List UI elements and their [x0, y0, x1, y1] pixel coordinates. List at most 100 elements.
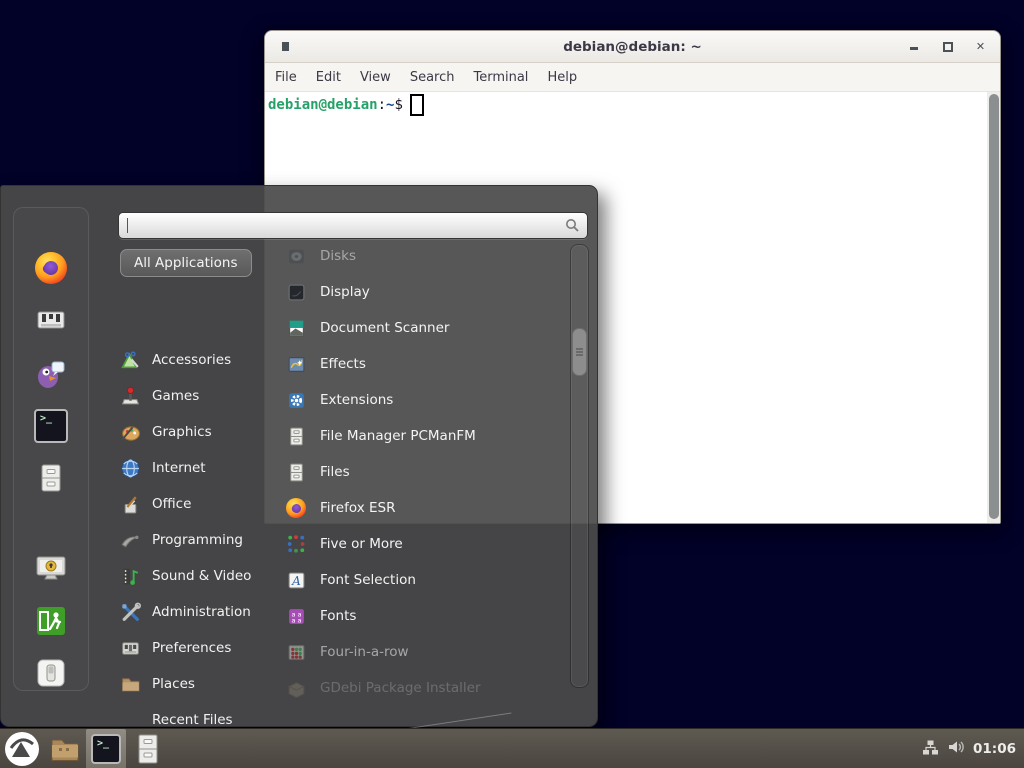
app-display[interactable]: Display: [286, 274, 568, 310]
internet-globe-icon: [120, 458, 141, 479]
taskbar-terminal-button[interactable]: [86, 729, 126, 768]
preferences-icon: [120, 638, 141, 659]
programming-icon: [120, 530, 141, 551]
close-button[interactable]: ✕: [975, 41, 986, 52]
accessories-icon: [120, 350, 141, 371]
taskbar: 01:06: [0, 728, 1024, 768]
menu-help[interactable]: Help: [547, 70, 577, 85]
app-firefox-esr[interactable]: Firefox ESR: [286, 490, 568, 526]
category-places[interactable]: Places: [120, 666, 195, 702]
app-gdebi-package-installer[interactable]: GDebi Package Installer: [286, 670, 568, 704]
terminal-cursor: [410, 94, 424, 116]
menu-search-bar: [118, 212, 588, 239]
category-list: All Applications Accessories Games Graph…: [118, 249, 286, 277]
taskbar-clock[interactable]: 01:06: [973, 741, 1016, 757]
shell-prompt: debian@debian:~$: [268, 94, 424, 116]
category-internet[interactable]: Internet: [120, 450, 206, 486]
maximize-button[interactable]: [942, 41, 953, 52]
file-cabinet-icon: [286, 426, 307, 447]
lock-screen-icon[interactable]: [33, 551, 69, 587]
application-list: Disks Display Document Scanner Effects E…: [286, 238, 568, 704]
font-selection-icon: A: [286, 570, 307, 591]
terminal-scrollbar[interactable]: [987, 92, 1000, 523]
administration-icon: [120, 602, 141, 623]
effects-icon: [286, 354, 307, 375]
sliders-icon: [35, 304, 67, 336]
file-cabinet-icon: [134, 733, 162, 765]
prompt-path: ~: [386, 97, 394, 113]
app-extensions[interactable]: Extensions: [286, 382, 568, 418]
category-office[interactable]: Office: [120, 486, 191, 522]
taskbar-file-manager-button[interactable]: [44, 729, 86, 768]
app-effects[interactable]: Effects: [286, 346, 568, 382]
shutdown-icon[interactable]: [33, 655, 69, 691]
lock-screen-monitor-icon: [34, 552, 68, 586]
firefox-logo-icon: [286, 498, 307, 519]
menu-edit[interactable]: Edit: [316, 70, 341, 85]
svg-text:A: A: [291, 573, 301, 587]
network-tray-icon[interactable]: [922, 739, 939, 760]
disks-icon: [286, 246, 307, 267]
prompt-user-host: debian@debian: [268, 97, 378, 113]
search-input[interactable]: [125, 217, 565, 235]
menu-file[interactable]: File: [275, 70, 297, 85]
terminal-tile-icon: [91, 734, 121, 764]
pidgin-icon[interactable]: [33, 355, 69, 391]
terminal-title: debian@debian: ~: [265, 39, 1000, 55]
terminal-scrollbar-thumb[interactable]: [989, 94, 999, 519]
menu-button[interactable]: [0, 729, 44, 768]
category-programming[interactable]: Programming: [120, 522, 243, 558]
display-icon: [286, 282, 307, 303]
gdebi-package-icon: [286, 678, 307, 699]
document-scanner-icon: [286, 318, 307, 339]
taskbar-files-button[interactable]: [126, 729, 170, 768]
terminal-titlebar[interactable]: debian@debian: ~ ✕: [265, 31, 1000, 63]
minimize-button[interactable]: [909, 41, 920, 52]
menu-scrollbar-thumb[interactable]: [572, 328, 587, 376]
menu-scrollbar[interactable]: [570, 244, 589, 688]
app-file-manager-pcmanfm[interactable]: File Manager PCManFM: [286, 418, 568, 454]
desktop: debian@debian: ~ ✕ File Edit View Search…: [0, 0, 1024, 768]
control-center-icon[interactable]: [33, 302, 69, 338]
file-cabinet-icon: [286, 462, 307, 483]
fonts-icon: a aa a: [286, 606, 307, 627]
menu-terminal[interactable]: Terminal: [473, 70, 528, 85]
file-manager-icon[interactable]: [33, 460, 69, 496]
exit-sign-icon: [35, 605, 67, 637]
terminal-tile-icon: [34, 409, 68, 443]
sound-video-icon: [120, 566, 141, 587]
category-accessories[interactable]: Accessories: [120, 342, 231, 378]
favorites-panel: [13, 207, 89, 691]
games-icon: [120, 386, 141, 407]
firefox-icon[interactable]: [33, 250, 69, 286]
svg-text:a a: a a: [291, 616, 301, 624]
file-cabinet-icon: [35, 462, 67, 494]
app-font-selection[interactable]: A Font Selection: [286, 562, 568, 598]
app-document-scanner[interactable]: Document Scanner: [286, 310, 568, 346]
category-administration[interactable]: Administration: [120, 594, 251, 630]
app-four-in-a-row[interactable]: Four-in-a-row: [286, 634, 568, 670]
category-preferences[interactable]: Preferences: [120, 630, 231, 666]
five-or-more-icon: [286, 534, 307, 555]
search-icon: [565, 218, 580, 233]
application-menu: All Applications Accessories Games Graph…: [0, 185, 598, 727]
terminal-launcher-icon[interactable]: [33, 408, 69, 444]
menu-search[interactable]: Search: [410, 70, 455, 85]
category-sound-video[interactable]: Sound & Video: [120, 558, 251, 594]
app-five-or-more[interactable]: Five or More: [286, 526, 568, 562]
app-disks[interactable]: Disks: [286, 238, 568, 274]
volume-tray-icon[interactable]: [947, 739, 965, 759]
graphics-icon: [120, 422, 141, 443]
category-games[interactable]: Games: [120, 378, 199, 414]
category-graphics[interactable]: Graphics: [120, 414, 212, 450]
firefox-logo-icon: [35, 252, 67, 284]
app-fonts[interactable]: a aa a Fonts: [286, 598, 568, 634]
logout-icon[interactable]: [33, 603, 69, 639]
places-folder-icon: [120, 674, 141, 695]
app-files[interactable]: Files: [286, 454, 568, 490]
category-all-applications[interactable]: All Applications: [120, 249, 252, 277]
office-icon: [120, 494, 141, 515]
menu-logo-icon: [4, 731, 40, 767]
pidgin-bird-icon: [35, 357, 67, 389]
menu-view[interactable]: View: [360, 70, 391, 85]
